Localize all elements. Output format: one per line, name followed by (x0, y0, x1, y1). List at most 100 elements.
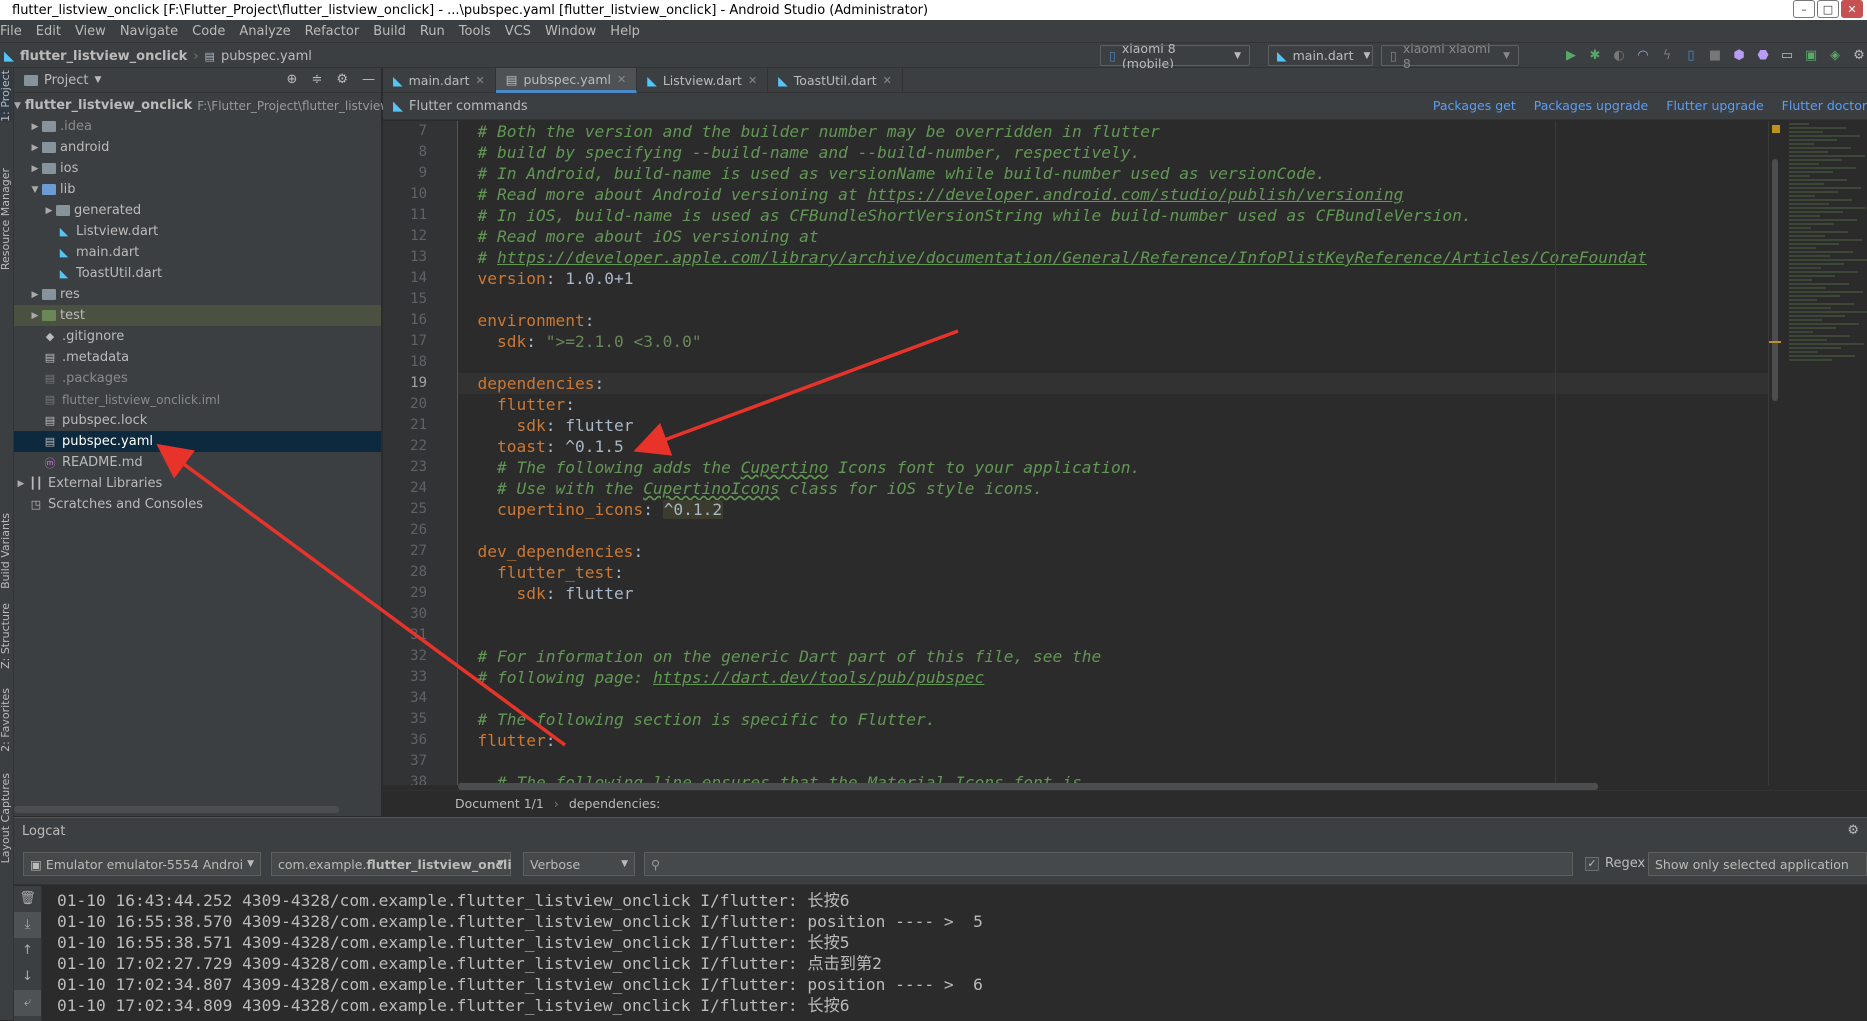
log-level-dropdown[interactable]: Verbose ▼ (523, 852, 635, 876)
tree-item-pubspec-lock[interactable]: ▤ pubspec.lock (14, 410, 381, 431)
url-link[interactable]: https://developer.android.com/studio/pub… (867, 185, 1403, 204)
process-dropdown[interactable]: com.example. flutter_listview_oncli ▼ (271, 852, 512, 876)
tree-item-idea[interactable]: ▶ .idea (14, 116, 381, 137)
chevron-right-icon[interactable]: ▶ (28, 290, 42, 300)
chevron-right-icon[interactable]: ▶ (42, 206, 56, 216)
build-variants-tab[interactable]: Build Variants (0, 513, 12, 589)
menu-view[interactable]: View (68, 24, 113, 39)
menu-file[interactable]: File (0, 24, 29, 39)
gradle-sync-icon[interactable]: ⬢ (1731, 47, 1747, 63)
maximize-button[interactable]: □ (1817, 0, 1839, 18)
hide-icon[interactable]: — (362, 72, 375, 87)
profile-icon[interactable]: ◠ (1635, 47, 1651, 63)
tree-item-iml[interactable]: ▤ flutter_listview_onclick.iml (14, 389, 381, 410)
locate-icon[interactable]: ⊕ (287, 72, 298, 87)
chevron-right-icon[interactable]: ▶ (28, 164, 42, 174)
menu-code[interactable]: Code (185, 24, 232, 39)
profiler-icon[interactable]: ⬣ (1755, 47, 1771, 63)
attach-debugger-icon[interactable]: ▯ (1683, 47, 1699, 63)
tree-item-scratches[interactable]: ◳ Scratches and Consoles (14, 494, 381, 515)
stop-icon[interactable]: ■ (1707, 47, 1723, 63)
menu-build[interactable]: Build (366, 24, 413, 39)
close-window-button[interactable]: ✕ (1841, 0, 1863, 18)
target-device-selector[interactable]: ▯ xiaomi xiaomi 8 ▼ (1381, 41, 1519, 71)
menu-refactor[interactable]: Refactor (298, 24, 367, 39)
close-icon[interactable]: ✕ (748, 74, 757, 87)
regex-checkbox[interactable]: ✓ Regex (1585, 856, 1645, 871)
chevron-down-icon[interactable]: ▼ (28, 185, 42, 195)
run-icon[interactable]: ▶ (1563, 47, 1579, 63)
url-link[interactable]: https://dart.dev/tools/pub/pubspec (653, 668, 984, 687)
menu-window[interactable]: Window (538, 24, 603, 39)
minimap[interactable] (1768, 121, 1867, 785)
yaml-path[interactable]: dependencies: (569, 796, 660, 811)
close-icon[interactable]: ✕ (475, 74, 484, 87)
packages-upgrade-link[interactable]: Packages upgrade (1534, 98, 1649, 113)
layout-captures-tab[interactable]: Layout Captures (0, 773, 12, 863)
avd-manager-icon[interactable]: ▣ (1803, 47, 1819, 63)
chevron-right-icon[interactable]: ▶ (28, 311, 42, 321)
tree-item-android[interactable]: ▶ android (14, 137, 381, 158)
menu-edit[interactable]: Edit (29, 24, 68, 39)
project-tool-tab[interactable]: 1: Project (0, 70, 12, 122)
coverage-icon[interactable]: ◐ (1611, 47, 1627, 63)
minimize-button[interactable]: – (1793, 0, 1815, 18)
tree-item-listview-dart[interactable]: ◣ Listview.dart (14, 221, 381, 242)
device-dropdown[interactable]: ▣ Emulator emulator-5554 Androi ▼ (23, 852, 261, 876)
menu-tools[interactable]: Tools (452, 24, 498, 39)
breadcrumb-file[interactable]: pubspec.yaml (221, 49, 312, 64)
menu-vcs[interactable]: VCS (498, 24, 538, 39)
project-horizontal-scrollbar[interactable] (14, 806, 339, 813)
debug-icon[interactable]: ✱ (1587, 47, 1603, 63)
device-selector[interactable]: ▯ xiaomi 8 (mobile) ▼ (1100, 41, 1250, 71)
tree-item-gitignore[interactable]: ◆ .gitignore (14, 326, 381, 347)
gear-icon[interactable]: ⚙ (1847, 823, 1859, 838)
tab-toastutil-dart[interactable]: ◣ ToastUtil.dart ✕ (768, 68, 903, 93)
hot-reload-icon[interactable]: ϟ (1659, 47, 1675, 63)
chevron-right-icon[interactable]: ▶ (28, 122, 42, 132)
tab-listview-dart[interactable]: ◣ Listview.dart ✕ (637, 68, 769, 93)
menu-run[interactable]: Run (413, 24, 452, 39)
layout-inspector-icon[interactable]: ▭ (1779, 47, 1795, 63)
tree-item-generated[interactable]: ▶ generated (14, 200, 381, 221)
scrollbar-thumb[interactable] (1772, 159, 1778, 401)
tree-item-external-libraries[interactable]: ▶ ┃┃ External Libraries (14, 473, 381, 494)
project-view-selector[interactable]: Project (44, 73, 88, 88)
menu-help[interactable]: Help (603, 24, 647, 39)
arrow-up-icon[interactable]: ↑ (14, 938, 41, 964)
collapse-all-icon[interactable]: ≑ (311, 72, 322, 87)
tree-item-test[interactable]: ▶ test (14, 305, 381, 326)
tree-item-packages[interactable]: ▤ .packages (14, 368, 381, 389)
breadcrumb-project[interactable]: flutter_listview_onclick (20, 49, 187, 64)
structure-tab[interactable]: Z: Structure (0, 603, 12, 669)
tab-main-dart[interactable]: ◣ main.dart ✕ (383, 68, 496, 93)
scroll-to-end-icon[interactable]: ⤓ (14, 912, 41, 938)
log-search-input[interactable]: ⚲ (644, 852, 1573, 876)
favorites-tab[interactable]: 2: Favorites (0, 688, 12, 752)
flutter-doctor-link[interactable]: Flutter doctor (1782, 98, 1867, 113)
tree-item-readme[interactable]: ⓜ README.md (14, 452, 381, 473)
menu-navigate[interactable]: Navigate (113, 24, 185, 39)
arrow-down-icon[interactable]: ↓ (14, 964, 41, 990)
gear-icon[interactable]: ⚙ (336, 72, 348, 87)
chevron-down-icon[interactable]: ▼ (94, 75, 101, 85)
menu-analyze[interactable]: Analyze (232, 24, 297, 39)
tree-item-lib[interactable]: ▼ lib (14, 179, 381, 200)
tree-item-res[interactable]: ▶ res (14, 284, 381, 305)
close-icon[interactable]: ✕ (617, 73, 626, 86)
resource-manager-tab[interactable]: Resource Manager (0, 168, 12, 270)
editor-scrollbar[interactable] (1769, 121, 1781, 785)
tree-item-root[interactable]: ▼ flutter_listview_onclick F:\Flutter_Proj… (14, 95, 390, 116)
flutter-upgrade-link[interactable]: Flutter upgrade (1666, 98, 1763, 113)
packages-get-link[interactable]: Packages get (1433, 98, 1516, 113)
tree-item-metadata[interactable]: ▤ .metadata (14, 347, 381, 368)
tree-item-pubspec-yaml[interactable]: ▤ pubspec.yaml (14, 431, 381, 452)
tab-pubspec-yaml[interactable]: ▤ pubspec.yaml ✕ (495, 68, 638, 93)
close-icon[interactable]: ✕ (883, 74, 892, 87)
url-link[interactable]: https://developer.apple.com/library/arch… (497, 248, 1647, 267)
soft-wrap-icon[interactable]: ⤶ (14, 990, 41, 1016)
code-editor[interactable]: 7 8 9 10 11 12 13 14 15 16 17 18 19 20 21 22 23 24 25 26 27 2… (383, 121, 1768, 785)
tree-item-main-dart[interactable]: ◣ main.dart (14, 242, 381, 263)
chevron-down-icon[interactable]: ▼ (14, 101, 21, 111)
app-filter-dropdown[interactable]: Show only selected application (1648, 852, 1867, 876)
